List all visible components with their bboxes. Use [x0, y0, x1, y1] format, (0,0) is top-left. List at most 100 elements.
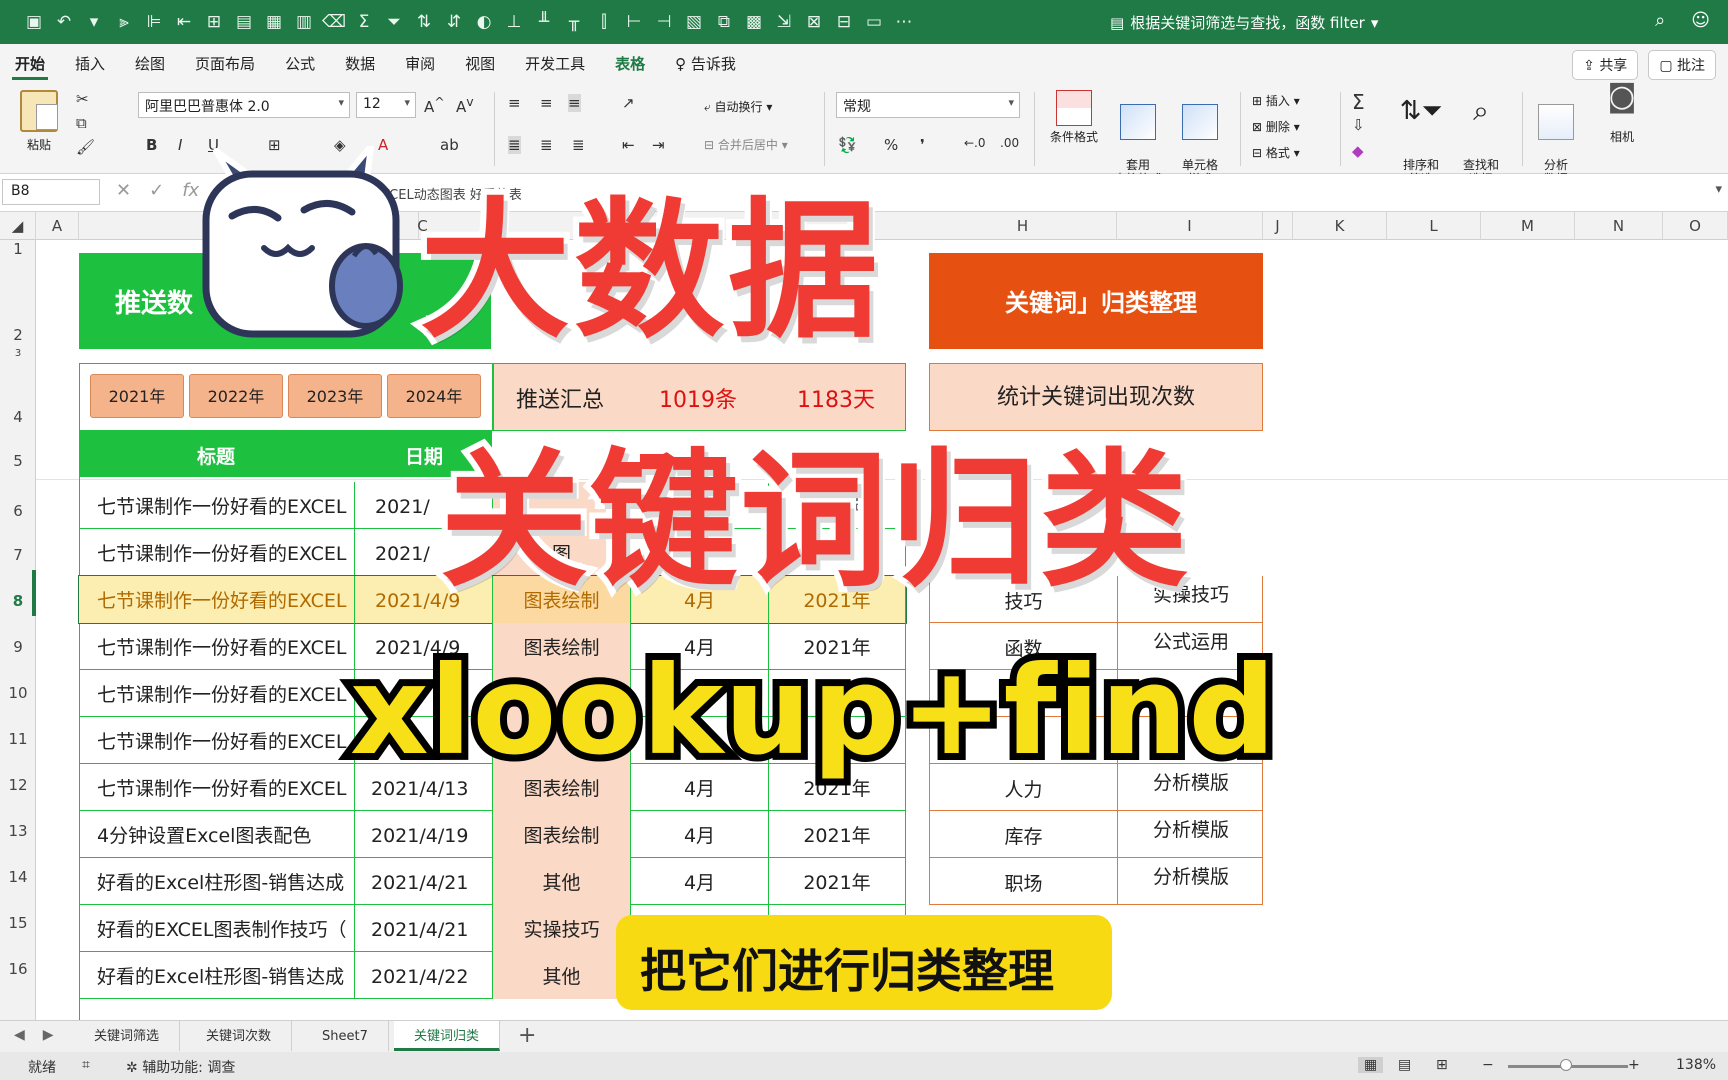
cell-title[interactable]: 好看的Excel柱形图-销售达成 — [79, 952, 355, 999]
analyze-data-button[interactable]: 分析 数据 — [1530, 90, 1582, 186]
bar-icon[interactable]: ╥ — [562, 10, 586, 34]
camera-button[interactable]: ◙ 相机 — [1596, 82, 1648, 145]
format-cells-button[interactable]: ⊟ 格式 ▾ — [1252, 144, 1300, 161]
cell-category[interactable]: 其他 — [493, 858, 631, 905]
row-header-4[interactable]: 4 — [0, 408, 36, 426]
row-header-6[interactable]: 6 — [0, 502, 36, 520]
copy-icon[interactable]: ⧉ — [712, 10, 736, 34]
row-header-11[interactable]: 11 — [0, 730, 36, 748]
cell-style-button[interactable]: 单元格 样式 — [1168, 90, 1232, 186]
number-format-select[interactable]: 常规 ▾ — [836, 92, 1020, 118]
increase-font-icon[interactable]: A^ — [424, 94, 445, 116]
keyword-row[interactable]: 职场 分析模版 — [929, 858, 1263, 905]
cell-title[interactable]: 七节课制作一份好看的EXCEL — [79, 717, 355, 764]
cell-title[interactable]: 好看的EXCEL图表制作技巧（ — [79, 905, 355, 952]
filter-icon[interactable]: ⏷ — [382, 10, 406, 34]
account-icon[interactable]: ☺ — [1691, 10, 1710, 31]
cell-title[interactable]: 七节课制作一份好看的EXCEL — [79, 764, 355, 811]
page-break-view-icon[interactable]: ⊞ — [1436, 1057, 1448, 1073]
clear-icon[interactable]: ◆ — [1352, 142, 1364, 160]
align-bottom-icon[interactable]: ≡ — [568, 94, 581, 112]
row-header-3[interactable]: 3 — [0, 348, 36, 359]
tab-insert[interactable]: 插入 — [60, 44, 120, 84]
name-box[interactable]: B8 — [2, 179, 100, 205]
zoom-in-icon[interactable]: + — [1628, 1057, 1640, 1073]
tab-view[interactable]: 视图 — [450, 44, 510, 84]
cut-icon[interactable]: ✂ — [76, 90, 89, 108]
column-header-k[interactable]: K — [1293, 212, 1387, 240]
copy-icon[interactable]: ⧉ — [76, 114, 87, 132]
column-header-n[interactable]: N — [1575, 212, 1663, 240]
cell-date[interactable]: 2021/4/22 — [355, 952, 493, 999]
grid-icon[interactable]: ▥ — [292, 10, 316, 34]
row-header-12[interactable]: 12 — [0, 776, 36, 794]
autosum-icon[interactable]: Σ — [1352, 90, 1365, 114]
cell-year[interactable]: 2021年 — [769, 858, 906, 905]
column-header-m[interactable]: M — [1481, 212, 1575, 240]
sort-desc-icon[interactable]: ⇵ — [442, 10, 466, 34]
cell-category[interactable]: 其他 — [493, 952, 631, 999]
select-all-corner[interactable]: ◢ — [0, 212, 36, 240]
chevron-down-icon[interactable]: ▾ — [1371, 14, 1379, 32]
font-size-select[interactable]: 12 ▾ — [356, 92, 416, 118]
keyword-cell[interactable]: 库存 — [930, 811, 1118, 858]
tab-data[interactable]: 数据 — [330, 44, 390, 84]
font-name-select[interactable]: 阿里巴巴普惠体 2.0 ▾ — [138, 92, 350, 118]
ruler-icon[interactable]: ⊥ — [502, 10, 526, 34]
row-header-16[interactable]: 16 — [0, 960, 36, 978]
more-icon[interactable]: ⋯ — [892, 10, 916, 34]
export-icon[interactable]: ⇲ — [772, 10, 796, 34]
page-layout-view-icon[interactable]: ▤ — [1398, 1057, 1411, 1073]
row-header-13[interactable]: 13 — [0, 822, 36, 840]
decrease-decimal-icon[interactable]: .00 — [1000, 136, 1019, 150]
column-header-a[interactable]: A — [36, 212, 79, 240]
cell-month[interactable]: 4月 — [631, 811, 769, 858]
column-header-i[interactable]: I — [1117, 212, 1263, 240]
shape-icon[interactable]: ◐ — [472, 10, 496, 34]
tab-home[interactable]: 开始 — [0, 44, 60, 84]
sum-icon[interactable]: Σ — [352, 10, 376, 34]
column-header-h[interactable]: H — [929, 212, 1117, 240]
row-header-8[interactable]: 8 — [0, 592, 36, 610]
confirm-icon[interactable]: ✓ — [149, 180, 164, 201]
tab-tell-me[interactable]: ♀ 告诉我 — [660, 44, 751, 84]
row-header-9[interactable]: 9 — [0, 638, 36, 656]
row-header-14[interactable]: 14 — [0, 868, 36, 886]
accessibility-status[interactable]: ✲ 辅助功能: 调查 — [126, 1057, 235, 1077]
monitor-icon[interactable]: ▭ — [862, 10, 886, 34]
keyword-cell[interactable]: 职场 — [930, 858, 1118, 905]
table-row[interactable]: 好看的Excel柱形图-销售达成 2021/4/21 其他 4月 2021年 — [79, 858, 906, 905]
shrink-icon[interactable]: ⊠ — [802, 10, 826, 34]
cell-month[interactable]: 4月 — [631, 858, 769, 905]
column-header-l[interactable]: L — [1387, 212, 1481, 240]
search-icon[interactable]: ⌕ — [1655, 10, 1665, 31]
zoom-level[interactable]: 138% — [1676, 1057, 1716, 1073]
normal-view-icon[interactable]: ▦ — [1358, 1057, 1384, 1073]
image-icon[interactable]: ▧ — [682, 10, 706, 34]
cell-title[interactable]: 七节课制作一份好看的EXCEL — [79, 482, 355, 529]
row-header-2[interactable]: 2 — [0, 326, 36, 344]
sheet-tab-keyword-filter[interactable]: 关键词筛选 — [74, 1021, 181, 1051]
table-format-button[interactable]: 套用 表格格式 — [1106, 90, 1170, 186]
cell-year[interactable]: 2021年 — [769, 811, 906, 858]
column-icon[interactable]: ⊣ — [652, 10, 676, 34]
zoom-out-icon[interactable]: − — [1482, 1057, 1494, 1073]
cell-title[interactable]: 七节课制作一份好看的EXCEL — [79, 670, 355, 717]
insert-cells-button[interactable]: ⊞ 插入 ▾ — [1252, 92, 1300, 109]
save-icon[interactable]: ▣ — [22, 10, 46, 34]
tab-developer[interactable]: 开发工具 — [510, 44, 600, 84]
sort-asc-icon[interactable]: ⇅ — [412, 10, 436, 34]
comment-button[interactable]: ▢ 批注 — [1648, 50, 1716, 80]
cell-date[interactable]: 2021/4/21 — [355, 858, 493, 905]
align-top-icon[interactable]: ≡ — [508, 94, 521, 112]
add-sheet-icon[interactable]: + — [518, 1023, 536, 1048]
tab-draw[interactable]: 绘图 — [120, 44, 180, 84]
chart-icon[interactable]: ▤ — [232, 10, 256, 34]
table-row[interactable]: 4分钟设置Excel图表配色 2021/4/19 图表绘制 4月 2021年 — [79, 811, 906, 858]
cell-date[interactable]: 2021/4/21 — [355, 905, 493, 952]
sheet-tab-sheet7[interactable]: Sheet7 — [302, 1021, 389, 1051]
format-painter-icon[interactable]: ⫸ — [112, 10, 136, 34]
decrease-font-icon[interactable]: Av — [456, 94, 474, 116]
row-header-1[interactable]: 1 — [0, 240, 36, 258]
cell-category[interactable]: 图表绘制 — [493, 811, 631, 858]
